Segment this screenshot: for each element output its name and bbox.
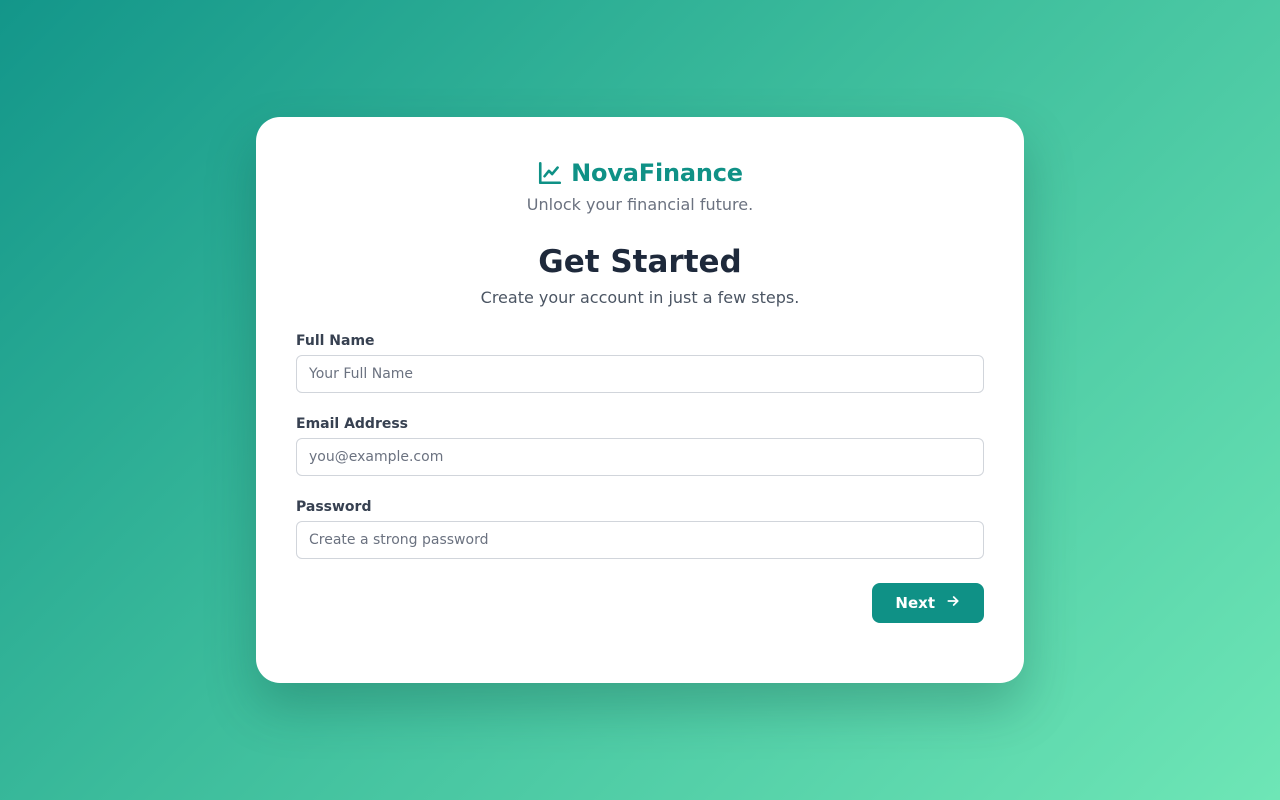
arrow-right-icon (945, 593, 961, 613)
email-input[interactable] (296, 438, 984, 476)
password-field-group: Password (296, 499, 984, 559)
brand-tagline: Unlock your financial future. (526, 195, 754, 214)
email-label: Email Address (296, 416, 409, 432)
next-button-label: Next (895, 594, 935, 612)
brand-name: NovaFinance (571, 159, 743, 187)
email-field-group: Email Address (296, 416, 984, 476)
full-name-input[interactable] (296, 355, 984, 393)
full-name-field-group: Full Name (296, 333, 984, 393)
signup-card: NovaFinance Unlock your financial future… (256, 117, 1024, 683)
form-actions: Next (296, 583, 984, 623)
next-button[interactable]: Next (872, 583, 984, 623)
password-input[interactable] (296, 521, 984, 559)
page-subtitle: Create your account in just a few steps. (480, 288, 800, 307)
brand-header: NovaFinance (296, 157, 984, 189)
page-title: Get Started (538, 244, 742, 280)
full-name-label: Full Name (296, 333, 375, 349)
password-label: Password (296, 499, 372, 515)
chart-line-icon (537, 160, 563, 186)
